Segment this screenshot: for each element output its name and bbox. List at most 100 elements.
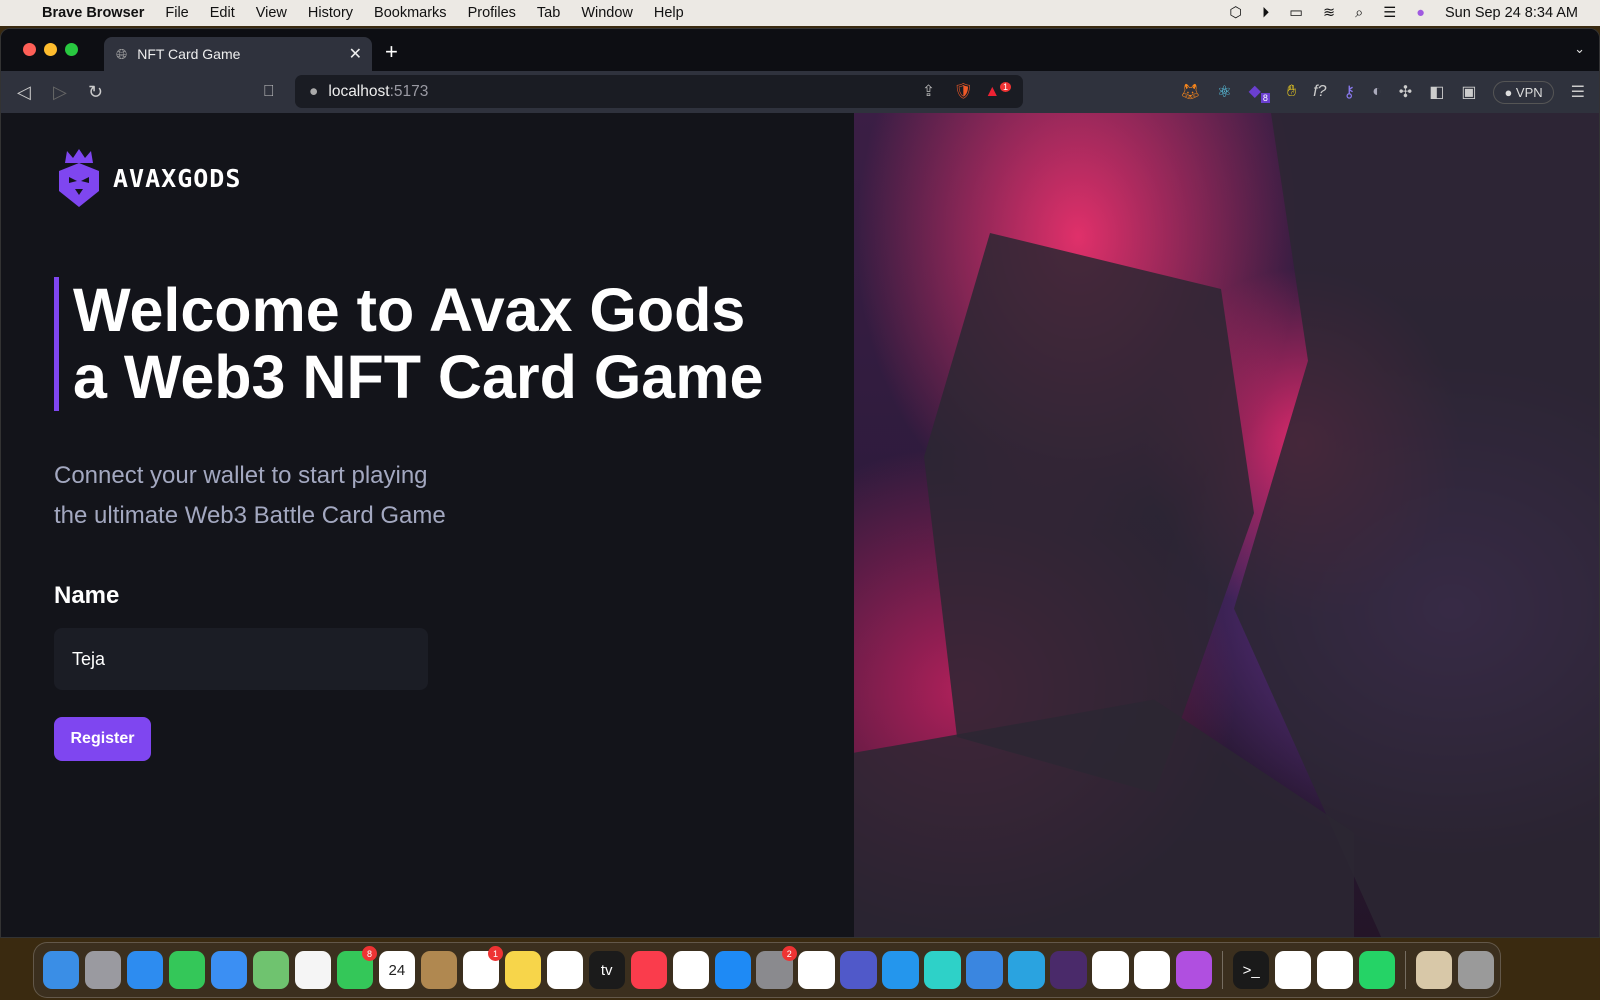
new-tab-button[interactable]: +: [385, 39, 398, 65]
dock-contacts-icon[interactable]: [420, 951, 457, 989]
dock-chrome-icon[interactable]: [1092, 951, 1129, 989]
menu-file[interactable]: File: [165, 5, 188, 21]
dock-trash-icon[interactable]: [1457, 951, 1495, 989]
logo[interactable]: AVAXGODS: [55, 149, 241, 207]
reload-icon[interactable]: ↻: [88, 82, 103, 103]
page-title: Welcome to Avax Gods a Web3 NFT Card Gam…: [54, 277, 763, 411]
mech-silhouette: [854, 699, 1354, 937]
tab-list-chevron-icon[interactable]: ⌄: [1574, 41, 1585, 57]
menu-profiles[interactable]: Profiles: [468, 5, 516, 21]
react-devtools-icon[interactable]: ⚛: [1217, 82, 1231, 102]
dock-system-settings-icon[interactable]: 2: [756, 946, 797, 989]
minimize-window-button[interactable]: [44, 43, 57, 56]
sidebar-icon[interactable]: ◧: [1429, 82, 1444, 102]
title-line-1: Welcome to Avax Gods: [73, 276, 746, 344]
close-window-button[interactable]: [23, 43, 36, 56]
wallet-icon[interactable]: ▣: [1461, 82, 1476, 102]
dock-teams-icon[interactable]: [840, 951, 877, 989]
bookmark-icon[interactable]: ⎕: [264, 83, 274, 101]
site-info-icon[interactable]: ●: [309, 83, 318, 101]
globe-icon: 🌐︎: [116, 45, 128, 62]
menu-tab[interactable]: Tab: [537, 5, 560, 21]
dock-photo-stack-icon[interactable]: [1415, 951, 1453, 989]
menu-edit[interactable]: Edit: [210, 5, 235, 21]
dark-extension-icon[interactable]: ◐: [1372, 83, 1382, 101]
dock-brave-icon[interactable]: [1275, 951, 1312, 989]
cube-status-icon[interactable]: ⬡: [1229, 5, 1242, 21]
register-button[interactable]: Register: [54, 717, 151, 761]
title-line-2: a Web3 NFT Card Game: [73, 343, 764, 411]
vpn-label: VPN: [1515, 84, 1543, 100]
menu-history[interactable]: History: [308, 5, 353, 21]
url-port: :5173: [389, 82, 429, 100]
dock-weather-icon[interactable]: [966, 951, 1003, 989]
dock-app-store-icon[interactable]: [714, 951, 751, 989]
dock-freeform-icon[interactable]: [546, 951, 583, 989]
menu-bookmarks[interactable]: Bookmarks: [374, 5, 447, 21]
dock-feedback-icon[interactable]: [1176, 951, 1213, 989]
dock-docker-icon[interactable]: [882, 951, 919, 989]
dock-edge-icon[interactable]: [1134, 951, 1171, 989]
dock-safari-icon[interactable]: [126, 951, 164, 989]
key-extension-icon[interactable]: ⚷: [1343, 82, 1355, 102]
control-center-icon[interactable]: ☰: [1383, 5, 1396, 21]
dock-finder-icon[interactable]: [43, 951, 80, 989]
menu-view[interactable]: View: [256, 5, 287, 21]
close-tab-icon[interactable]: ✕: [349, 44, 362, 64]
metamask-icon[interactable]: 🦊︎: [1180, 82, 1200, 102]
hero-left-panel: AVAXGODS Welcome to Avax Gods a Web3 NFT…: [1, 113, 854, 937]
dock-reminders-icon[interactable]: 1: [462, 946, 503, 989]
forward-icon[interactable]: ▷: [53, 82, 67, 103]
menu-hamburger-icon[interactable]: ☰: [1571, 82, 1585, 102]
rewards-badge: 1: [999, 81, 1011, 92]
dock-launchpad-icon[interactable]: [84, 951, 122, 989]
dock-maps-icon[interactable]: [252, 951, 290, 989]
tab-nft-card-game[interactable]: 🌐︎ NFT Card Game ✕: [104, 37, 372, 71]
dock-music-icon[interactable]: [630, 951, 667, 989]
dock-tv-icon[interactable]: tv: [588, 951, 625, 989]
subtitle-line-1: Connect your wallet to start playing: [54, 462, 428, 489]
extension-badge: 8: [1260, 92, 1270, 103]
siri-icon[interactable]: ●: [1416, 5, 1425, 21]
dock-news-icon[interactable]: [672, 951, 709, 989]
extensions-puzzle-icon[interactable]: ✣: [1399, 82, 1412, 102]
dock-alfred-icon[interactable]: [1050, 951, 1087, 989]
dock-calendar-icon[interactable]: 24: [378, 951, 416, 989]
zoom-window-button[interactable]: [65, 43, 78, 56]
extension-badge-icon[interactable]: ◆ 8: [1249, 81, 1270, 103]
dock-whatsapp-icon[interactable]: [1358, 951, 1396, 989]
dock-telegram-icon[interactable]: [1008, 951, 1045, 989]
dock-badge: 1: [487, 946, 503, 961]
font-finder-icon[interactable]: f?: [1313, 83, 1326, 101]
hero-artwork-image: [854, 113, 1599, 937]
address-bar[interactable]: ● localhost:5173 ⇪ 🛡︎ ▲ 1: [295, 75, 1023, 108]
menu-window[interactable]: Window: [581, 5, 633, 21]
dock-facetime-icon[interactable]: 8: [336, 946, 378, 989]
dock-ticktick-icon[interactable]: [798, 951, 835, 989]
menu-bar: Brave Browser File Edit View History Boo…: [0, 0, 1600, 26]
dock-terminal-icon[interactable]: >_: [1233, 951, 1270, 989]
dock-photos-icon[interactable]: [294, 951, 332, 989]
hamsa-extension-icon[interactable]: ✋︎: [1287, 83, 1296, 101]
back-icon[interactable]: ◁: [17, 82, 31, 103]
brave-rewards-icon[interactable]: ▲ 1: [985, 81, 1011, 101]
dock-separator: [1404, 951, 1406, 989]
share-icon[interactable]: ⇪: [922, 82, 935, 101]
wifi-icon[interactable]: ≋: [1323, 5, 1335, 21]
spotlight-icon[interactable]: ⌕: [1355, 5, 1363, 21]
menu-app[interactable]: Brave Browser: [42, 5, 144, 21]
subtitle: Connect your wallet to start playing the…: [54, 456, 446, 536]
name-input[interactable]: [54, 628, 428, 690]
brave-shields-icon[interactable]: 🛡︎: [953, 82, 973, 101]
clock[interactable]: Sun Sep 24 8:34 AM: [1445, 5, 1578, 21]
vpn-button[interactable]: ● VPN: [1493, 80, 1554, 104]
dock-cube-app-icon[interactable]: [924, 951, 961, 989]
dock-badge: 8: [362, 946, 378, 961]
dock-vscode-icon[interactable]: [1317, 951, 1354, 989]
play-status-icon[interactable]: ⏵: [1262, 5, 1269, 21]
battery-icon[interactable]: ▭: [1289, 5, 1303, 21]
dock-notes-icon[interactable]: [504, 951, 541, 989]
menu-help[interactable]: Help: [654, 5, 684, 21]
dock-mail-icon[interactable]: [210, 951, 248, 989]
dock-messages-icon[interactable]: [168, 951, 206, 989]
